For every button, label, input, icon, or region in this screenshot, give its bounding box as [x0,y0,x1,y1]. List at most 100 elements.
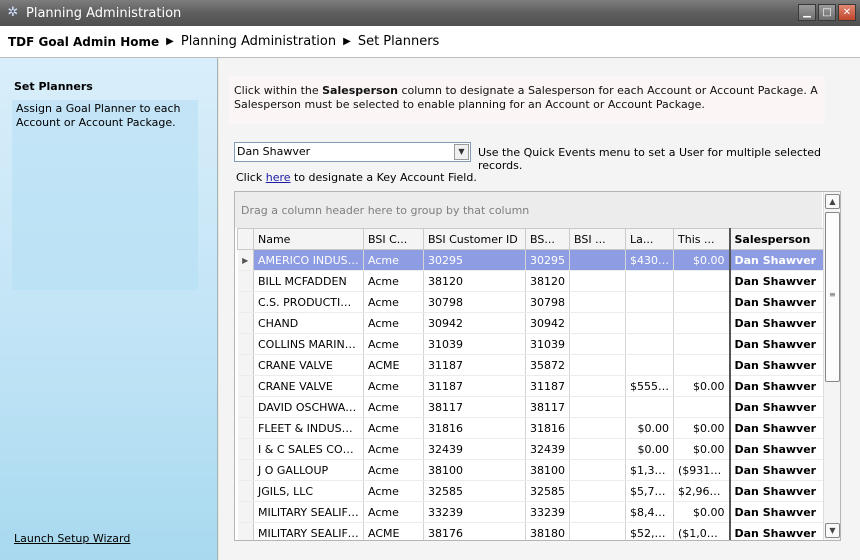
table-cell: 38117 [423,396,526,418]
chevron-down-icon[interactable]: ▼ [454,144,469,160]
table-cell: JGILS, LLC [253,480,364,502]
salesperson-cell[interactable]: Dan Shawver [728,333,824,355]
salesperson-cell[interactable]: Dan Shawver [728,417,824,439]
salesperson-cell[interactable]: Dan Shawver [728,522,824,540]
row-pointer-icon[interactable]: ▶ [237,249,254,271]
table-cell [625,312,674,334]
breadcrumb-home[interactable]: TDF Goal Admin Home [8,35,159,49]
table-row[interactable]: CHAND Acme 30942 30942 Dan Shawver [237,312,824,334]
title-bar: ✲ Planning Administration ▁ □ ✕ [0,0,860,26]
instructions-text: Click within the Salesperson column to d… [229,76,825,124]
main-panel: Click within the Salesperson column to d… [219,58,860,560]
row-indicator[interactable] [237,333,254,355]
table-cell [673,291,730,313]
table-row[interactable]: C.S. PRODUCTIONS Acme 30798 30798 Dan Shawve… [237,291,824,313]
table-row[interactable]: J O GALLOUP Acme 38100 38100 $1,33... ($931.0… [237,459,824,481]
chevron-right-icon: ▶ [166,36,174,47]
group-by-band[interactable]: Drag a column header here to group by th… [235,192,822,228]
table-cell [625,291,674,313]
table-cell: Acme [363,501,424,523]
table-row[interactable]: CRANE VALVE ACME 31187 35872 Dan Shawver [237,354,824,376]
row-indicator[interactable] [237,270,254,292]
launch-setup-wizard-link[interactable]: Launch Setup Wizard [14,532,130,545]
column-header[interactable]: BSI C... [363,228,424,250]
scroll-thumb[interactable]: ≡ [825,212,840,382]
row-indicator[interactable] [237,459,254,481]
table-cell: $0.00 [673,501,730,523]
table-cell [625,396,674,418]
table-cell: 32585 [525,480,570,502]
vertical-scrollbar[interactable]: ▲ ≡ ▼ [823,192,840,540]
header-row: Name BSI C... BSI Customer ID BS... BSI … [237,228,824,250]
grip-icon: ≡ [829,290,836,299]
scroll-up-icon[interactable]: ▲ [825,194,840,209]
table-cell: DAVID OSCHWALD [253,396,364,418]
salesperson-cell[interactable]: Dan Shawver [728,438,824,460]
row-indicator[interactable] [237,480,254,502]
table-cell: FLEET & INDUSTRI... [253,417,364,439]
maximize-button[interactable]: □ [818,4,836,21]
table-cell [625,270,674,292]
column-header[interactable]: La... [625,228,674,250]
table-row[interactable]: JGILS, LLC Acme 32585 32585 $5,75... $2,960.0… [237,480,824,502]
breadcrumb-set-planners: Set Planners [357,34,440,49]
table-row[interactable]: MILITARY SEALIFT... ACME 38176 38180 $52,0..… [237,522,824,540]
salesperson-cell[interactable]: Dan Shawver [728,396,824,418]
salesperson-cell[interactable]: Dan Shawver [728,312,824,334]
table-cell: COLLINS MARINE ... [253,333,364,355]
table-cell: 31187 [423,375,526,397]
table-cell: ($931.00) [673,459,730,481]
table-row[interactable]: I & C SALES CORP... Acme 32439 32439 $0.00 $0… [237,438,824,460]
column-header[interactable]: BSI ... [569,228,626,250]
table-row[interactable]: CRANE VALVE Acme 31187 31187 $555.56 $0.00 Dan… [237,375,824,397]
table-row[interactable]: COLLINS MARINE ... Acme 31039 31039 Dan Shaw… [237,333,824,355]
table-row[interactable]: BILL MCFADDEN Acme 38120 38120 Dan Shawver [237,270,824,292]
close-button[interactable]: ✕ [838,4,856,21]
table-row[interactable]: MILITARY SEALIFT... Acme 33239 33239 $8,43..… [237,501,824,523]
user-select[interactable]: Dan Shawver ▼ [234,142,471,162]
column-header[interactable]: This ... [673,228,730,250]
column-header[interactable]: BSI Customer ID [423,228,526,250]
quick-events-hint: Use the Quick Events menu to set a User … [478,146,821,172]
row-indicator[interactable] [237,522,254,540]
chevron-right-icon: ▶ [343,36,351,47]
gear-icon: ✲ [7,5,19,20]
breadcrumb-planning-administration[interactable]: Planning Administration [181,34,336,49]
table-cell: Acme [363,249,424,271]
row-indicator[interactable] [237,375,254,397]
table-cell [673,312,730,334]
table-cell: $0.00 [625,438,674,460]
salesperson-cell[interactable]: Dan Shawver [728,270,824,292]
row-indicator[interactable] [237,417,254,439]
table-cell: 31039 [525,333,570,355]
column-header-salesperson[interactable]: Salesperson [728,228,824,250]
table-cell [569,459,626,481]
row-indicator[interactable] [237,396,254,418]
table-cell [673,354,730,376]
row-indicator[interactable] [237,291,254,313]
salesperson-cell[interactable]: Dan Shawver [728,375,824,397]
salesperson-cell[interactable]: Dan Shawver [728,354,824,376]
table-row[interactable]: DAVID OSCHWALD Acme 38117 38117 Dan Shawver [237,396,824,418]
salesperson-cell[interactable]: Dan Shawver [728,249,824,271]
scroll-down-icon[interactable]: ▼ [825,523,840,538]
row-indicator[interactable] [237,501,254,523]
minimize-button[interactable]: ▁ [798,4,816,21]
salesperson-cell[interactable]: Dan Shawver [728,459,824,481]
key-account-link[interactable]: here [266,171,291,184]
salesperson-cell[interactable]: Dan Shawver [728,291,824,313]
table-row[interactable]: ▶ AMERICO INDUST... Acme 30295 30295 $430.00 $… [237,249,824,271]
table-cell: $0.00 [673,438,730,460]
table-row[interactable]: FLEET & INDUSTRI... Acme 31816 31816 $0.00 $0… [237,417,824,439]
table-cell: $2,960.00 [673,480,730,502]
table-cell [625,333,674,355]
salesperson-cell[interactable]: Dan Shawver [728,480,824,502]
instructions-bold: Salesperson [322,84,398,97]
column-header[interactable]: BS... [525,228,570,250]
column-header[interactable]: Name [253,228,364,250]
salesperson-cell[interactable]: Dan Shawver [728,501,824,523]
row-indicator[interactable] [237,312,254,334]
row-indicator[interactable] [237,354,254,376]
table-cell: Acme [363,333,424,355]
row-indicator[interactable] [237,438,254,460]
